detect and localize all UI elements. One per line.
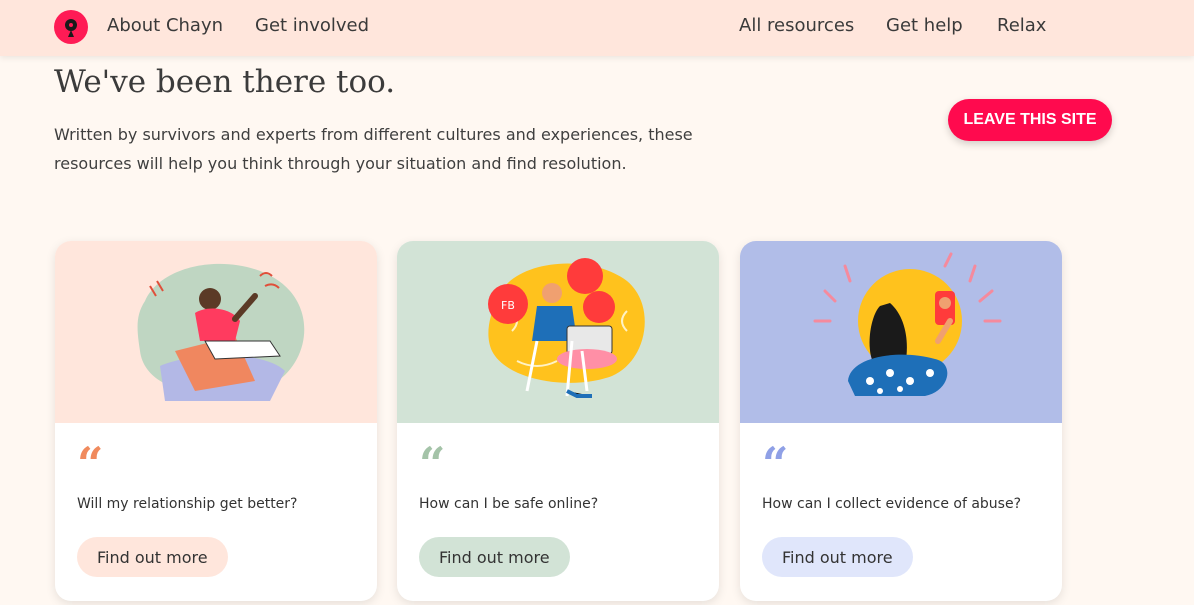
resource-card-evidence[interactable]: “ How can I collect evidence of abuse? F… — [740, 241, 1062, 601]
quote-icon: “ — [419, 437, 446, 491]
leave-this-site-button[interactable]: LEAVE THIS SITE — [948, 99, 1112, 141]
relationship-illustration — [55, 241, 377, 423]
nav-get-involved[interactable]: Get involved — [255, 15, 369, 36]
nav-about-chayn[interactable]: About Chayn — [107, 15, 223, 36]
quote-icon: “ — [77, 437, 104, 491]
find-out-more-button[interactable]: Find out more — [419, 537, 570, 577]
nav-relax[interactable]: Relax — [997, 15, 1046, 36]
chayn-logo-icon[interactable] — [54, 10, 88, 44]
nav-all-resources[interactable]: All resources — [739, 15, 854, 36]
card-question: Will my relationship get better? — [77, 496, 298, 512]
nav-get-help[interactable]: Get help — [886, 15, 963, 36]
resource-card-relationship[interactable]: “ Will my relationship get better? Find … — [55, 241, 377, 601]
resource-card-online-safety[interactable]: FB “ How can I be safe online? Find out … — [397, 241, 719, 601]
card-question: How can I be safe online? — [419, 496, 599, 512]
find-out-more-button[interactable]: Find out more — [77, 537, 228, 577]
online-safety-illustration: FB — [397, 241, 719, 423]
find-out-more-button[interactable]: Find out more — [762, 537, 913, 577]
facebook-bubble-label: FB — [501, 299, 515, 312]
page-subtitle: Written by survivors and experts from di… — [54, 125, 693, 173]
quote-icon: “ — [762, 437, 789, 491]
page-title: We've been there too. — [54, 64, 396, 100]
top-navigation-bar: About Chayn Get involved All resources G… — [0, 0, 1194, 56]
card-question: How can I collect evidence of abuse? — [762, 496, 1022, 512]
evidence-illustration — [740, 241, 1062, 423]
